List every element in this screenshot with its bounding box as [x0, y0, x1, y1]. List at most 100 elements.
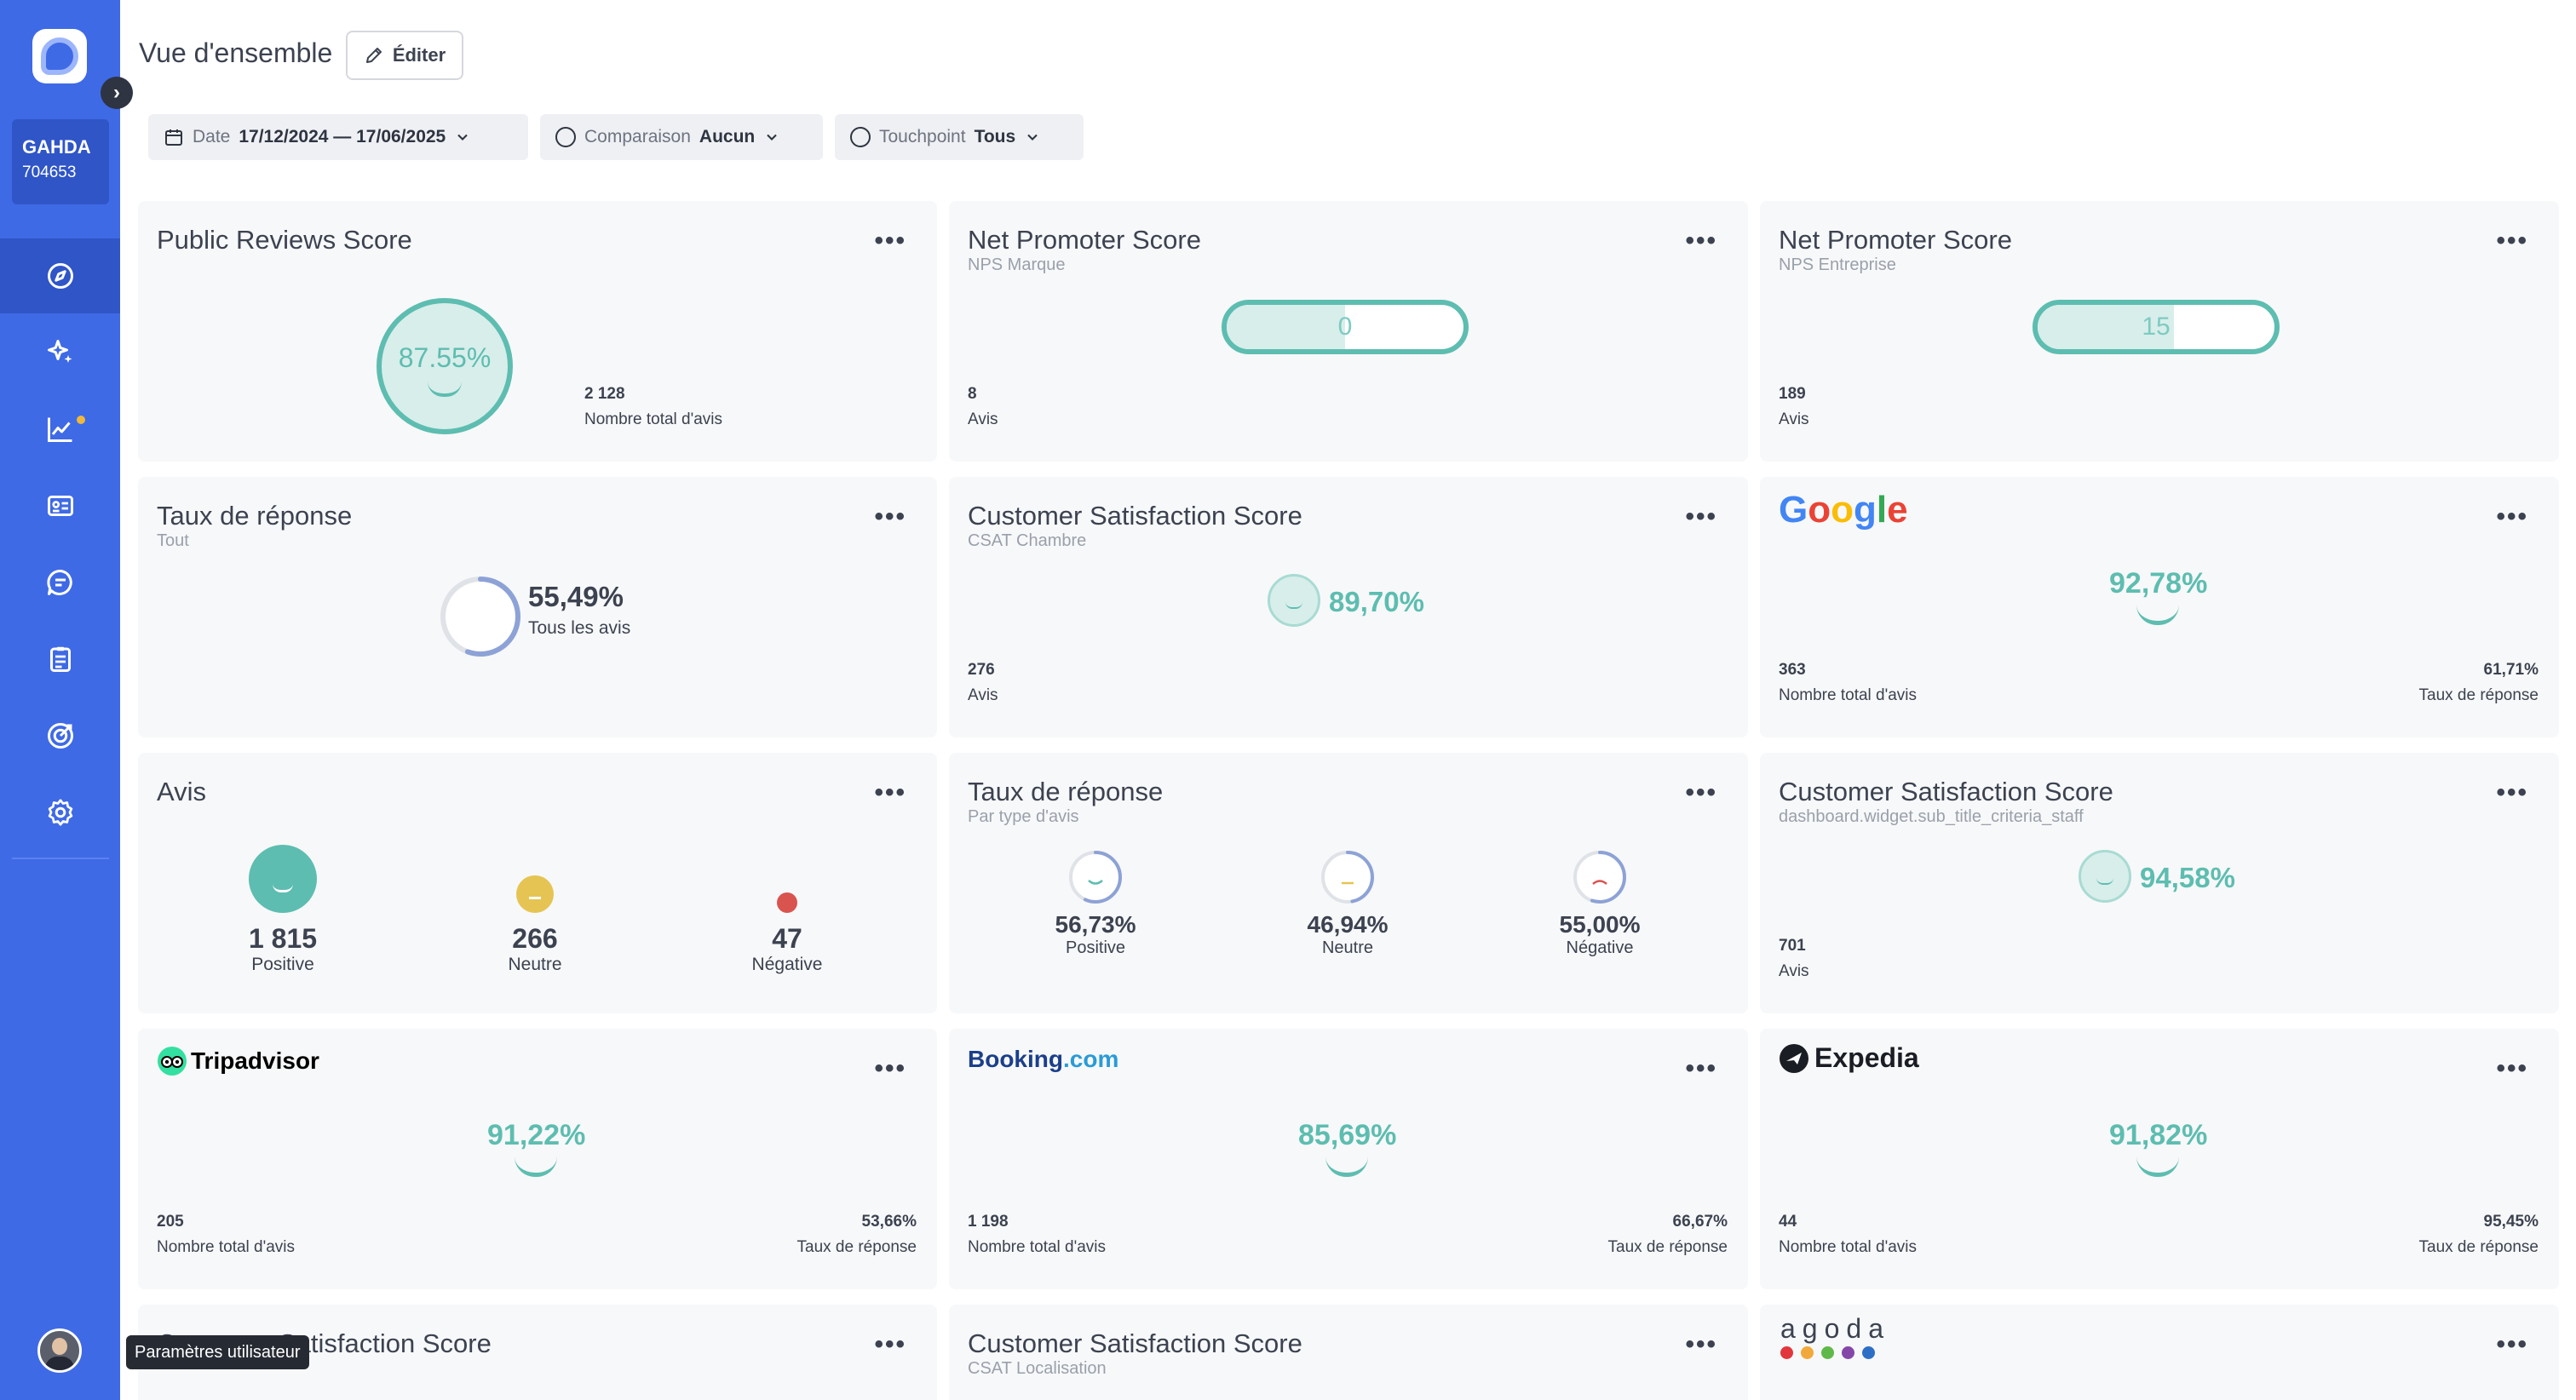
more-options-icon[interactable]: •••: [874, 1330, 906, 1359]
review-count-label: Nombre total d'avis: [157, 1238, 296, 1256]
positive-rate-ring: [1069, 851, 1122, 904]
smile-icon: [515, 1156, 557, 1177]
more-options-icon[interactable]: •••: [2496, 1054, 2528, 1083]
neutral-mouth-icon: [529, 892, 541, 899]
calendar-icon: [165, 129, 182, 146]
positive-stat: 1 815 Positive: [215, 923, 351, 975]
more-options-icon[interactable]: •••: [874, 502, 906, 531]
more-options-icon[interactable]: •••: [2496, 778, 2528, 807]
expedia-logo: Expedia: [1779, 1042, 1919, 1074]
touchpoint-filter-label: Touchpoint: [879, 127, 966, 146]
nps-score: 15: [2142, 313, 2171, 341]
nav-contacts[interactable]: [0, 468, 120, 543]
neutral-rate-label: Neutre: [1321, 938, 1374, 957]
card-title: Net Promoter Score: [1779, 225, 2012, 255]
card-subtitle: Tout: [157, 531, 189, 550]
neutral-stat: 266 Neutre: [467, 923, 603, 975]
more-options-icon[interactable]: •••: [874, 227, 906, 255]
neutral-face-icon: [516, 875, 554, 913]
app-logo[interactable]: [32, 29, 87, 83]
account-switcher[interactable]: GAHDA 704653: [12, 119, 109, 204]
sidebar-expand-button[interactable]: ›: [101, 77, 133, 109]
comparison-filter-label: Comparaison: [584, 127, 691, 146]
more-options-icon[interactable]: •••: [2496, 227, 2528, 255]
agoda-logo: agoda: [1780, 1313, 1890, 1359]
card-subtitle: CSAT Localisation: [968, 1359, 1107, 1378]
tripadvisor-owl-icon: [158, 1047, 187, 1076]
nav-overview[interactable]: [0, 238, 120, 313]
review-count-value: 8: [968, 385, 977, 403]
comparison-filter[interactable]: Comparaison Aucun: [540, 114, 823, 160]
sparkles-icon: [47, 340, 72, 363]
neutral-count: 266: [512, 923, 558, 954]
nav-surveys[interactable]: [0, 622, 120, 697]
more-options-icon[interactable]: •••: [874, 778, 906, 807]
negative-label: Négative: [751, 955, 823, 974]
nav-settings[interactable]: [0, 775, 120, 850]
positive-rate-value: 56,73%: [1055, 911, 1136, 938]
comparison-filter-value: Aucun: [699, 127, 756, 146]
review-count: 8 Avis: [968, 385, 998, 429]
chat-icon: [46, 570, 72, 595]
nav-messages[interactable]: [0, 545, 120, 620]
more-options-icon[interactable]: •••: [2496, 1330, 2528, 1359]
booking-card: Booking.com ••• 85,69% 1 198 Nombre tota…: [949, 1029, 1748, 1289]
review-count-label: Avis: [1779, 962, 1809, 980]
review-count: 276 Avis: [968, 661, 998, 705]
booking-logo: Booking.com: [968, 1046, 1118, 1073]
response-rate-label: Taux de réponse: [2418, 686, 2539, 704]
review-count-label: Nombre total d'avis: [1779, 1238, 1918, 1256]
more-options-icon[interactable]: •••: [1685, 778, 1717, 807]
review-count-value: 276: [968, 661, 995, 679]
nav-goals[interactable]: [0, 698, 120, 773]
more-options-icon[interactable]: •••: [2496, 502, 2528, 531]
card-title: Avis: [157, 777, 207, 806]
notification-dot: [77, 416, 85, 424]
more-options-icon[interactable]: •••: [1685, 502, 1717, 531]
card-title: Taux de réponse: [157, 501, 353, 531]
nps-score: 0: [1337, 313, 1353, 341]
nav-analytics[interactable]: [0, 392, 120, 467]
response-rate-label: Taux de réponse: [2418, 1238, 2539, 1256]
response-rate: 61,71% Taux de réponse: [2419, 661, 2539, 705]
more-options-icon[interactable]: •••: [1685, 1330, 1717, 1359]
more-options-icon[interactable]: •••: [1685, 1054, 1717, 1083]
booking-wordmark-suffix: .com: [1063, 1046, 1119, 1072]
account-id: 704653: [22, 164, 77, 181]
positive-rate-label: Positive: [1065, 938, 1126, 957]
smile-icon: [273, 884, 293, 892]
card-subtitle: CSAT Chambre: [968, 531, 1087, 550]
response-rate-value: 66,67%: [1672, 1213, 1728, 1231]
more-options-icon[interactable]: •••: [1685, 227, 1717, 255]
response-rate-caption: Tous les avis: [528, 618, 631, 638]
response-rate-ring: [440, 577, 520, 657]
response-rate: 66,67% Taux de réponse: [1608, 1213, 1728, 1257]
touchpoint-filter[interactable]: Touchpoint Tous: [835, 114, 1084, 160]
nav-ai[interactable]: [0, 315, 120, 390]
avatar-head: [52, 1338, 67, 1355]
review-count-label: Avis: [968, 410, 998, 428]
score-gauge: 87.55%: [377, 298, 513, 434]
sidebar: GAHDA 704653: [0, 0, 120, 1400]
csat-score: 94,58%: [2140, 862, 2235, 893]
negative-rate-label: Négative: [1566, 938, 1634, 957]
edit-button[interactable]: Éditer: [346, 31, 463, 80]
neutral-rate-value: 46,94%: [1307, 911, 1389, 938]
response-rate-value: 61,71%: [2483, 661, 2539, 679]
user-avatar[interactable]: [37, 1328, 82, 1373]
negative-rate-ring: [1573, 851, 1626, 904]
date-filter[interactable]: Date 17/12/2024 — 17/06/2025: [148, 114, 528, 160]
user-settings-tooltip: Paramètres utilisateur: [126, 1335, 309, 1369]
card-subtitle: dashboard.widget.sub_title_criteria_staf…: [1779, 807, 2084, 826]
review-count-value: 2 128: [584, 385, 625, 403]
response-rate-by-type-card: Taux de réponse Par type d'avis ••• 56,7…: [949, 753, 1748, 1013]
csat-score: 89,70%: [1329, 586, 1424, 617]
nps-marque-card: Net Promoter Score NPS Marque ••• 0 8 Av…: [949, 201, 1748, 462]
positive-rate: 56,73% Positive: [1010, 911, 1181, 958]
review-count-value: 205: [157, 1213, 184, 1231]
tripadvisor-logo: Tripadvisor: [157, 1046, 319, 1076]
more-options-icon[interactable]: •••: [874, 1054, 906, 1083]
nps-entreprise-card: Net Promoter Score NPS Entreprise ••• 15…: [1760, 201, 2559, 462]
review-count: 44 Nombre total d'avis: [1779, 1213, 1917, 1257]
neutral-rate: 46,94% Neutre: [1262, 911, 1433, 958]
